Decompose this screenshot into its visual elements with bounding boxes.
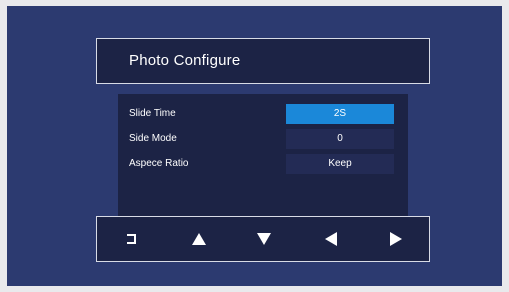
- setting-label-side-mode: Side Mode: [129, 133, 177, 144]
- arrow-up-icon: [192, 233, 206, 245]
- setting-row-aspect-ratio[interactable]: Aspece Ratio Keep: [118, 154, 408, 174]
- setting-value-slide-time[interactable]: 2S: [286, 104, 394, 124]
- navigation-bar: [96, 216, 430, 262]
- setting-row-slide-time[interactable]: Slide Time 2S: [118, 104, 408, 124]
- setting-label-slide-time: Slide Time: [129, 108, 176, 119]
- left-button[interactable]: [318, 227, 344, 251]
- return-icon: [127, 234, 136, 244]
- return-button[interactable]: [119, 227, 145, 251]
- setting-label-aspect-ratio: Aspece Ratio: [129, 158, 189, 169]
- arrow-down-icon: [257, 233, 271, 245]
- up-button[interactable]: [186, 227, 212, 251]
- setting-value-side-mode[interactable]: 0: [286, 129, 394, 149]
- arrow-left-icon: [325, 232, 337, 246]
- dialog-title: Photo Configure: [129, 52, 241, 69]
- setting-row-side-mode[interactable]: Side Mode 0: [118, 129, 408, 149]
- settings-panel: Slide Time 2S Side Mode 0 Aspece Ratio K…: [118, 94, 408, 216]
- dialog-header: Photo Configure: [96, 38, 430, 84]
- osd-screen: Photo Configure Slide Time 2S Side Mode …: [7, 6, 502, 286]
- down-button[interactable]: [251, 227, 277, 251]
- right-button[interactable]: [383, 227, 409, 251]
- arrow-right-icon: [390, 232, 402, 246]
- setting-value-aspect-ratio[interactable]: Keep: [286, 154, 394, 174]
